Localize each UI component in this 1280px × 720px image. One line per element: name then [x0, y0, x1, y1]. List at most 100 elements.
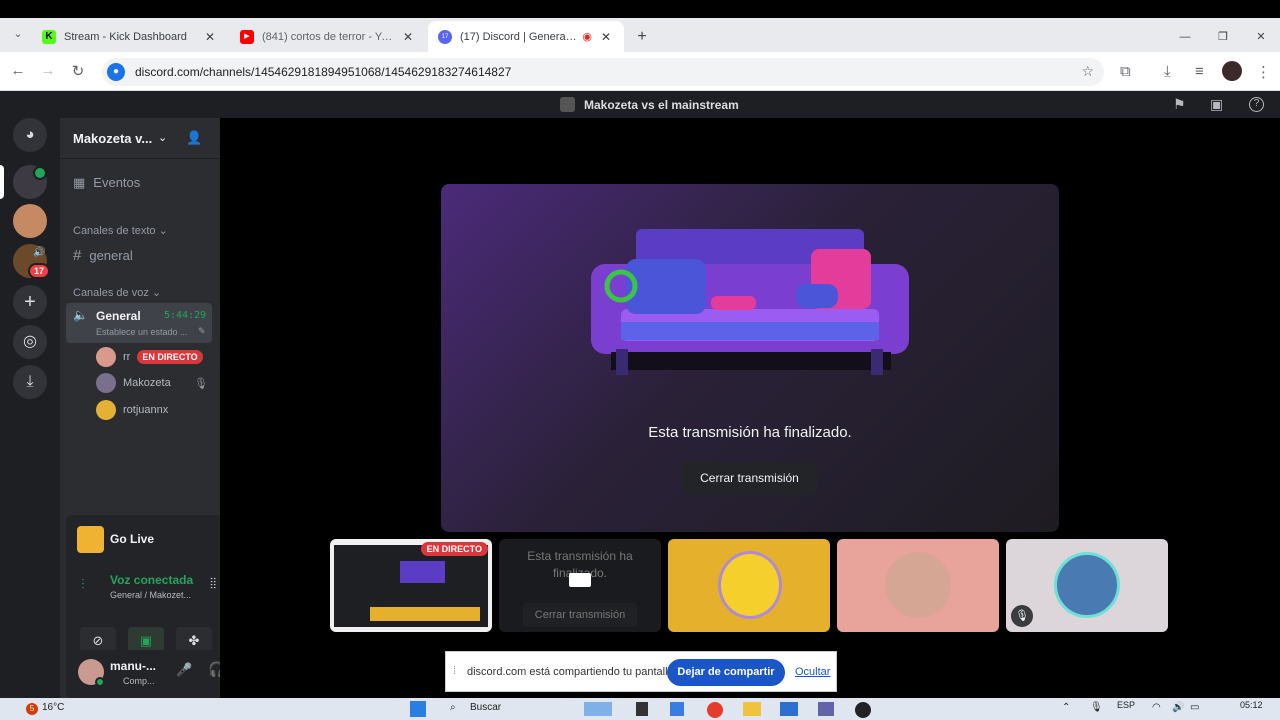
file-explorer-icon[interactable] [743, 702, 761, 716]
text-category[interactable]: Canales de texto ⌄ [73, 224, 168, 237]
tile-user-face[interactable] [837, 539, 999, 632]
voice-member[interactable]: Makozeta 🎙 [96, 373, 208, 393]
member-name: Makozeta [123, 377, 171, 389]
events-label: Eventos [93, 175, 141, 190]
noise-suppression-icon[interactable]: ⦙⦙ [210, 575, 216, 592]
category-label: Canales de voz [73, 287, 149, 299]
close-tab-icon[interactable]: ✕ [400, 30, 416, 44]
stream-ended-card: Esta transmisión ha finalizado. Cerrar t… [441, 184, 1059, 532]
discover-compass-icon[interactable]: ◎ [13, 325, 47, 359]
category-label: Canales de texto [73, 225, 156, 237]
stop-sharing-button[interactable]: Dejar de compartir [667, 659, 785, 686]
avatar [96, 373, 116, 393]
user-avatar [1054, 552, 1120, 618]
invite-people-icon[interactable]: 👤 [186, 130, 202, 146]
flag-icon[interactable]: ⚑ [1173, 96, 1186, 113]
chrome-icon[interactable] [707, 702, 723, 718]
channel-general-text[interactable]: # general [73, 247, 133, 264]
share-text: discord.com está compartiendo tu pantall… [467, 666, 677, 678]
server-name[interactable]: Makozeta v... [73, 131, 152, 146]
go-live-label: Go Live [110, 532, 155, 546]
microphone-icon[interactable]: 🎤 [176, 662, 192, 678]
teams-icon[interactable] [818, 702, 834, 716]
close-stream-button[interactable]: Cerrar transmisión [523, 603, 637, 627]
chevron-down-icon[interactable]: ⌄ [158, 131, 167, 144]
discord-home-icon[interactable]: ◕ [13, 118, 47, 152]
speaker-tray-icon[interactable]: 🔊 [1172, 702, 1184, 713]
close-stream-button[interactable]: Cerrar transmisión [682, 462, 817, 495]
username[interactable]: manu-... [110, 659, 156, 673]
battery-icon[interactable]: ▭ [1190, 702, 1199, 713]
voice-member[interactable]: rotjuannx [96, 400, 168, 420]
language-indicator[interactable]: ESP [1117, 700, 1135, 710]
minimize-button[interactable]: — [1174, 21, 1196, 52]
tile-user-muted[interactable]: 🎙 [1006, 539, 1168, 632]
tab-search-chevron-icon[interactable]: ⌄ [8, 27, 28, 40]
bookmark-star-icon[interactable]: ☆ [1081, 63, 1094, 80]
search-icon[interactable]: ⌕ [450, 702, 456, 713]
member-name: rotjuannx [123, 404, 169, 416]
events-item[interactable]: ▦ Eventos [73, 175, 140, 191]
calendar-icon: ▦ [73, 175, 86, 190]
reload-icon[interactable]: ↻ [68, 62, 88, 80]
tab-discord[interactable]: 17 (17) Discord | General | Makozeta vs … [428, 21, 624, 52]
discord-icon: 17 [438, 29, 452, 44]
close-window-button[interactable]: ✕ [1250, 21, 1272, 52]
new-tab-button[interactable]: + [630, 21, 654, 52]
help-icon[interactable]: ? [1249, 97, 1264, 112]
add-server-icon[interactable]: + [13, 285, 47, 319]
taskbar-app-icon[interactable] [636, 702, 648, 716]
close-tab-icon[interactable]: ✕ [202, 30, 218, 44]
media-controls-icon[interactable]: ≡ [1195, 63, 1204, 80]
forward-arrow-icon[interactable]: → [38, 62, 58, 79]
tile-screen-share[interactable]: EN DIRECTO [330, 539, 492, 632]
voice-category[interactable]: Canales de voz ⌄ [73, 286, 161, 299]
windows-start-icon[interactable] [410, 701, 426, 717]
stream-ended-message: Esta transmisión ha finalizado. [648, 424, 852, 441]
pillow-blue [626, 259, 706, 314]
site-info-icon[interactable]: ● [107, 63, 125, 81]
taskbar-search[interactable]: Buscar [470, 702, 501, 713]
couch-shadow [611, 352, 891, 370]
speaker-icon: 🔊 [33, 247, 46, 258]
weather[interactable]: 16°C [42, 702, 64, 713]
voice-channel-general[interactable]: 🔈 General 5:44:29 Establece un estado ..… [66, 303, 212, 343]
store-icon[interactable] [780, 702, 798, 716]
speaker-icon: 🔈 [73, 308, 88, 322]
tab-youtube[interactable]: ▶ (841) cortos de terror - YouTube ✕ [230, 21, 426, 52]
set-status[interactable]: Establece un estado ... [96, 327, 188, 337]
microphone-tray-icon[interactable]: 🎙 [1090, 702, 1103, 713]
tab-kick[interactable]: K Stream - Kick Dashboard ✕ [32, 21, 228, 52]
live-badge: EN DIRECTO [137, 350, 203, 364]
extensions-icon[interactable]: ⧉ [1120, 63, 1131, 80]
voice-connected-channel[interactable]: General / Makozet... [110, 590, 191, 600]
download-icon[interactable]: ⤓ [13, 365, 47, 399]
user-avatar [885, 552, 951, 618]
voice-timer: 5:44:29 [164, 310, 207, 321]
user-status: Comp... [123, 676, 155, 686]
signal-icon[interactable]: ⫶ [81, 576, 85, 593]
wifi-icon[interactable]: ◠ [1152, 702, 1161, 713]
voice-member[interactable]: rr EN DIRECTO [96, 347, 203, 367]
profile-avatar[interactable] [1222, 61, 1242, 81]
recorder-icon[interactable] [855, 702, 871, 718]
tile-user-lisa[interactable] [668, 539, 830, 632]
tile-stream-ended[interactable]: Esta transmisión ha finalizado. Cerrar t… [499, 539, 661, 632]
clock[interactable]: 05:12 [1240, 700, 1263, 710]
pencil-icon[interactable]: ✎ [198, 326, 206, 337]
chevron-up-icon[interactable]: ⌃ [1062, 702, 1070, 713]
taskbar-app-icon[interactable] [670, 702, 684, 716]
close-tab-icon[interactable]: ✕ [598, 30, 614, 44]
downloads-icon[interactable]: ⤓ [1164, 63, 1171, 80]
hide-link[interactable]: Ocultar [795, 666, 830, 678]
taskbar-app-icon[interactable] [584, 702, 612, 716]
browser-menu-icon[interactable]: ⋮ [1256, 63, 1271, 81]
address-bar[interactable]: ● discord.com/channels/14546291818949510… [102, 58, 1104, 86]
server-avatar-2[interactable] [13, 204, 47, 238]
server-icon [560, 97, 575, 112]
restore-button[interactable]: ❐ [1212, 21, 1234, 52]
back-arrow-icon[interactable]: ← [8, 62, 28, 79]
drag-handle-icon[interactable]: ⁞ [453, 665, 456, 677]
voice-channel-name: General [96, 309, 141, 323]
inbox-icon[interactable]: ▣ [1210, 96, 1223, 113]
